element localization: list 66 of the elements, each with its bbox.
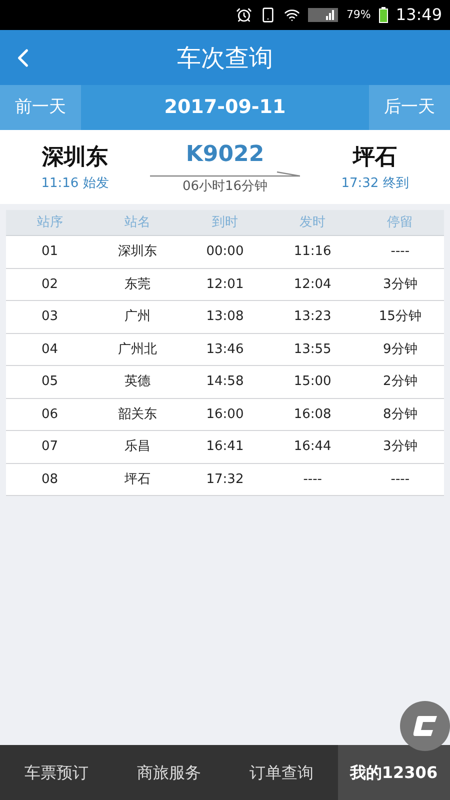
arrival-time: 17:32 终到 bbox=[341, 174, 409, 193]
table-cell-text: 16:44 bbox=[292, 438, 332, 456]
table-cell-text: 深圳东 bbox=[116, 243, 158, 261]
battery-icon bbox=[378, 7, 388, 23]
table-cell-text: 17:32 bbox=[205, 470, 245, 488]
table-cell-text: 03 bbox=[40, 308, 60, 326]
page-title: 车次查询 bbox=[177, 42, 273, 74]
alarm-icon bbox=[236, 7, 252, 23]
table-cell-text: 3分钟 bbox=[382, 276, 418, 294]
table-cell-text: 13:08 bbox=[205, 308, 245, 326]
column-header: 到时 bbox=[210, 214, 239, 232]
signal-icon bbox=[308, 8, 338, 22]
table-cell-text: 16:08 bbox=[292, 406, 332, 424]
table-cell-text: ---- bbox=[302, 470, 323, 488]
table-cell-text: 13:23 bbox=[292, 308, 332, 326]
table-cell-text: 12:01 bbox=[205, 276, 245, 294]
table-cell-text: 坪石 bbox=[123, 470, 152, 488]
clock-time: 13:49 bbox=[396, 4, 442, 26]
table-cell-text: 06 bbox=[40, 406, 60, 424]
table-cell-text: 广州北 bbox=[116, 340, 158, 358]
table-cell-text: 15:00 bbox=[292, 373, 332, 391]
table-cell-text: 韶关东 bbox=[116, 406, 158, 424]
table-cell-text: 01 bbox=[40, 243, 60, 261]
phone-icon bbox=[260, 7, 276, 23]
wifi-icon bbox=[284, 7, 300, 23]
nav-tab[interactable]: 订单查询 bbox=[225, 745, 338, 800]
table-cell-text: 3分钟 bbox=[382, 438, 418, 456]
destination-station: 坪石 bbox=[353, 144, 397, 172]
table-cell-text: 14:58 bbox=[205, 373, 245, 391]
table-cell-text: 8分钟 bbox=[382, 406, 418, 424]
table-cell-text: ---- bbox=[390, 470, 411, 488]
column-header: 站名 bbox=[123, 214, 152, 232]
table-cell-text: 16:41 bbox=[205, 438, 245, 456]
train-number: K9022 bbox=[186, 140, 264, 169]
departure-time: 11:16 始发 bbox=[41, 174, 109, 193]
table-cell-text: 11:16 bbox=[292, 243, 332, 261]
nav-tab[interactable]: 车票预订 bbox=[0, 745, 112, 800]
table-cell-text: 07 bbox=[40, 438, 60, 456]
table-cell-text: 13:55 bbox=[292, 340, 332, 358]
table-cell-text: 2分钟 bbox=[382, 373, 418, 391]
travel-duration: 06小时16分钟 bbox=[182, 178, 268, 196]
column-header: 停留 bbox=[386, 214, 414, 232]
table-cell-text: 00:00 bbox=[205, 243, 245, 261]
table-cell-text: 02 bbox=[40, 276, 60, 294]
floating-action-button[interactable] bbox=[400, 701, 450, 751]
date-label: 2017-09-11 bbox=[163, 95, 287, 120]
table-cell-text: 15分钟 bbox=[378, 308, 422, 326]
table-cell-text: 04 bbox=[40, 340, 60, 358]
table-cell-text: 08 bbox=[40, 470, 60, 488]
table-cell-text: 13:46 bbox=[205, 340, 245, 358]
column-header: 站序 bbox=[36, 214, 64, 232]
table-cell-text: 广州 bbox=[123, 308, 152, 326]
table-cell-text: 乐昌 bbox=[123, 438, 152, 456]
table-cell-text: 16:00 bbox=[205, 406, 245, 424]
table-cell-text: 9分钟 bbox=[382, 340, 418, 358]
origin-station: 深圳东 bbox=[42, 144, 108, 172]
table-cell-text: ---- bbox=[390, 243, 411, 261]
table-cell-text: 12:04 bbox=[292, 276, 332, 294]
nav-tab[interactable]: 商旅服务 bbox=[112, 745, 225, 800]
column-header: 发时 bbox=[298, 214, 327, 232]
c-logo-icon bbox=[413, 716, 437, 736]
table-cell-text: 英德 bbox=[123, 373, 152, 391]
table-cell-text: 05 bbox=[40, 373, 60, 391]
battery-percent: 79% bbox=[346, 6, 371, 23]
nav-tab[interactable]: 我的12306 bbox=[338, 745, 450, 800]
table-cell-text: 东莞 bbox=[123, 276, 152, 294]
